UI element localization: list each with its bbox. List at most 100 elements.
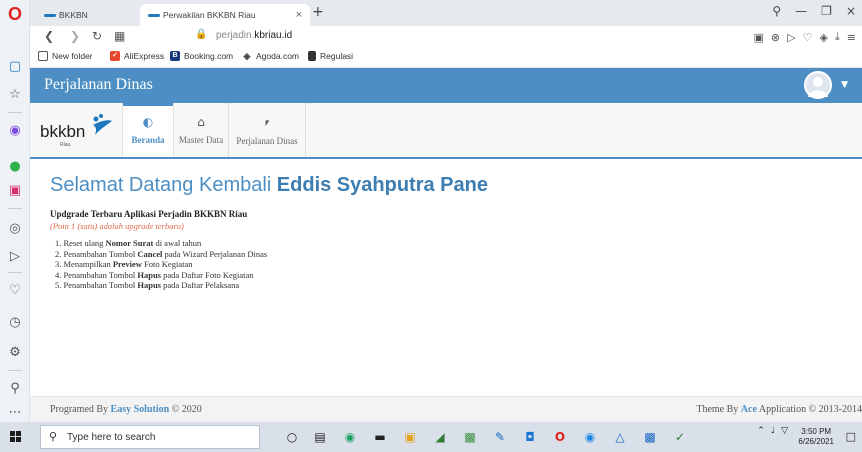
tabs-grid-icon[interactable]: ▦ <box>114 29 125 43</box>
address-actions: ▣ ⊗ ▷ ♡ ◈ ⤓ ≡ <box>746 30 856 44</box>
update-title: Updgrade Terbaru Aplikasi Perjadin BKKBN… <box>50 209 248 219</box>
bkkbn-favicon-icon <box>148 13 160 17</box>
document-icon <box>308 51 316 61</box>
new-tab-button[interactable]: + <box>312 4 324 20</box>
snapshot-icon[interactable]: ▣ <box>753 31 763 44</box>
wallet-icon[interactable]: ◈ <box>819 31 827 44</box>
tab-label: Perwakilan BKKBN Riau <box>163 10 256 20</box>
app-title[interactable]: Perjalanan Dinas <box>44 76 153 94</box>
instagram-icon[interactable]: ▣ <box>6 182 24 200</box>
bookmark-aliexpress[interactable]: ✓ AliExpress <box>110 51 164 61</box>
close-window-icon[interactable]: × <box>846 4 856 18</box>
taskbar-search-input[interactable]: ⚲ Type here to search <box>40 425 260 449</box>
list-item: 1. Reset ulang Nomor Surat di awal tahun <box>55 238 202 248</box>
search-tabs-icon[interactable]: ⚲ <box>772 4 781 18</box>
minimize-icon[interactable]: — <box>795 4 807 18</box>
car-icon: ⎖ <box>262 115 272 129</box>
heart-icon[interactable]: ♡ <box>803 31 813 44</box>
logo-sub: Riau <box>60 142 71 148</box>
app-header: Perjalanan Dinas ▼ <box>30 68 862 103</box>
user-icon <box>808 77 828 97</box>
clock-time: 3:50 PM <box>801 427 832 436</box>
maximize-icon[interactable]: ❐ <box>821 4 832 18</box>
chevron-down-icon[interactable]: ▼ <box>841 80 848 90</box>
monitor-icon[interactable]: ▬ <box>372 429 388 445</box>
menu-icon[interactable]: ≡ <box>847 31 856 44</box>
chrome-icon[interactable]: ◉ <box>342 429 358 445</box>
pin-icon[interactable]: ⚲ <box>6 380 24 398</box>
bkkbn-logo[interactable]: bkkbn Riau <box>40 113 120 149</box>
ace-link[interactable]: Ace <box>741 404 757 415</box>
tab-label: BKKBN <box>59 10 88 20</box>
messenger-icon[interactable]: ◉ <box>6 122 24 140</box>
easy-solution-link[interactable]: Easy Solution <box>111 404 170 415</box>
url-domain: kbriau.id <box>254 30 293 41</box>
clock[interactable]: 3:50 PM 6/26/2021 <box>798 427 834 447</box>
avatar[interactable] <box>804 71 832 99</box>
bookmarks-star-icon[interactable]: ☆ <box>6 86 24 104</box>
player-icon[interactable]: ◎ <box>6 220 24 238</box>
file-explorer-icon[interactable]: ▣ <box>402 429 418 445</box>
nav-label: Beranda <box>131 135 165 145</box>
vpn-icon[interactable]: ⊗ <box>771 31 780 44</box>
home-icon: ⌂ <box>197 115 205 129</box>
window-controls: ⚲ — ❐ × <box>758 4 856 18</box>
bookmark-agoda[interactable]: ◈ Agoda.com <box>242 51 299 61</box>
settings-icon[interactable]: ⚙ <box>6 344 24 362</box>
nav-label: Master Data <box>178 135 224 145</box>
close-icon[interactable]: × <box>296 9 302 21</box>
address-bar: ❮ ❯ ↻ ▦ 🔒 perjadin.kbriau.id ▣ ⊗ ▷ ♡ ◈ ⤓… <box>30 26 862 48</box>
bookmark-new-folder[interactable]: New folder <box>38 51 93 61</box>
history-icon[interactable]: ◷ <box>6 314 24 332</box>
back-icon[interactable]: ❮ <box>44 29 54 43</box>
speed-dial-icon[interactable]: ▢ <box>6 58 24 76</box>
nav-perjalanan-dinas[interactable]: ⎖ Perjalanan Dinas <box>229 103 305 157</box>
taskbar: ⚲ Type here to search ○ ▤ ◉ ▬ ▣ ◢ ▩ ✎ ◘ … <box>0 422 862 452</box>
search-placeholder: Type here to search <box>67 432 156 443</box>
forward-icon[interactable]: ❯ <box>70 29 80 43</box>
word-icon[interactable]: ▩ <box>642 429 658 445</box>
spreadsheet-app-icon[interactable]: ▩ <box>462 429 478 445</box>
update-list: 1. Reset ulang Nomor Surat di awal tahun… <box>55 238 267 291</box>
windows-start-icon[interactable] <box>10 431 22 443</box>
nav-master-data[interactable]: ⌂ Master Data <box>174 103 228 157</box>
folder-icon <box>38 51 48 61</box>
opera-taskbar-icon[interactable]: O <box>552 429 568 445</box>
tray-chevron-up-icon[interactable]: ⌃ <box>757 426 765 436</box>
url-field[interactable]: perjadin.kbriau.id <box>216 30 292 41</box>
heart-icon[interactable]: ♡ <box>6 282 24 300</box>
notification-icon[interactable]: □ <box>846 430 856 443</box>
page-title: Selamat Datang Kembali Eddis Syahputra P… <box>50 174 488 197</box>
aliexpress-icon: ✓ <box>110 51 120 61</box>
play-icon[interactable]: ▷ <box>787 31 795 44</box>
bookmark-label: AliExpress <box>124 51 165 61</box>
sketch-app-icon[interactable]: ✓ <box>672 429 688 445</box>
reload-icon[interactable]: ↻ <box>92 29 102 43</box>
bookmark-label: New folder <box>52 51 93 61</box>
list-item: 4. Penambahan Tombol Hapus pada Daftar F… <box>55 269 254 280</box>
flow-icon[interactable]: ▷ <box>6 248 24 266</box>
download-icon[interactable]: ⤓ <box>835 30 840 44</box>
url-prefix: perjadin. <box>216 30 255 41</box>
network-icon[interactable]: ▽ <box>781 426 788 436</box>
bookmark-booking[interactable]: B Booking.com <box>170 51 233 61</box>
tab-perwakilan[interactable]: Perwakilan BKKBN Riau × <box>140 4 310 26</box>
photos-icon[interactable]: ◘ <box>522 429 538 445</box>
task-view-icon[interactable]: ▤ <box>312 429 328 445</box>
search-icon: ⚲ <box>49 430 58 443</box>
footer: Programed By Easy Solution © 2020 Theme … <box>30 396 862 422</box>
nav-beranda[interactable]: ◐ Beranda <box>123 103 173 157</box>
image-viewer-icon[interactable]: ◢ <box>432 429 448 445</box>
whatsapp-icon[interactable]: ● <box>6 158 24 176</box>
bookmark-label: Regulasi <box>320 51 354 61</box>
more-icon[interactable]: ⋯ <box>6 404 24 422</box>
lock-icon: 🔒 <box>195 29 208 40</box>
cortana-icon[interactable]: ○ <box>284 429 300 445</box>
network-app-icon[interactable]: △ <box>612 429 628 445</box>
chrome-alt-icon[interactable]: ◉ <box>582 429 598 445</box>
bookmark-regulasi[interactable]: Regulasi <box>308 51 353 61</box>
volume-icon[interactable]: ♩ <box>771 426 775 436</box>
bookmarks-bar: New folder ✓ AliExpress B Booking.com ◈ … <box>30 48 862 68</box>
paint-icon[interactable]: ✎ <box>492 429 508 445</box>
opera-logo-icon[interactable]: O <box>5 4 25 24</box>
